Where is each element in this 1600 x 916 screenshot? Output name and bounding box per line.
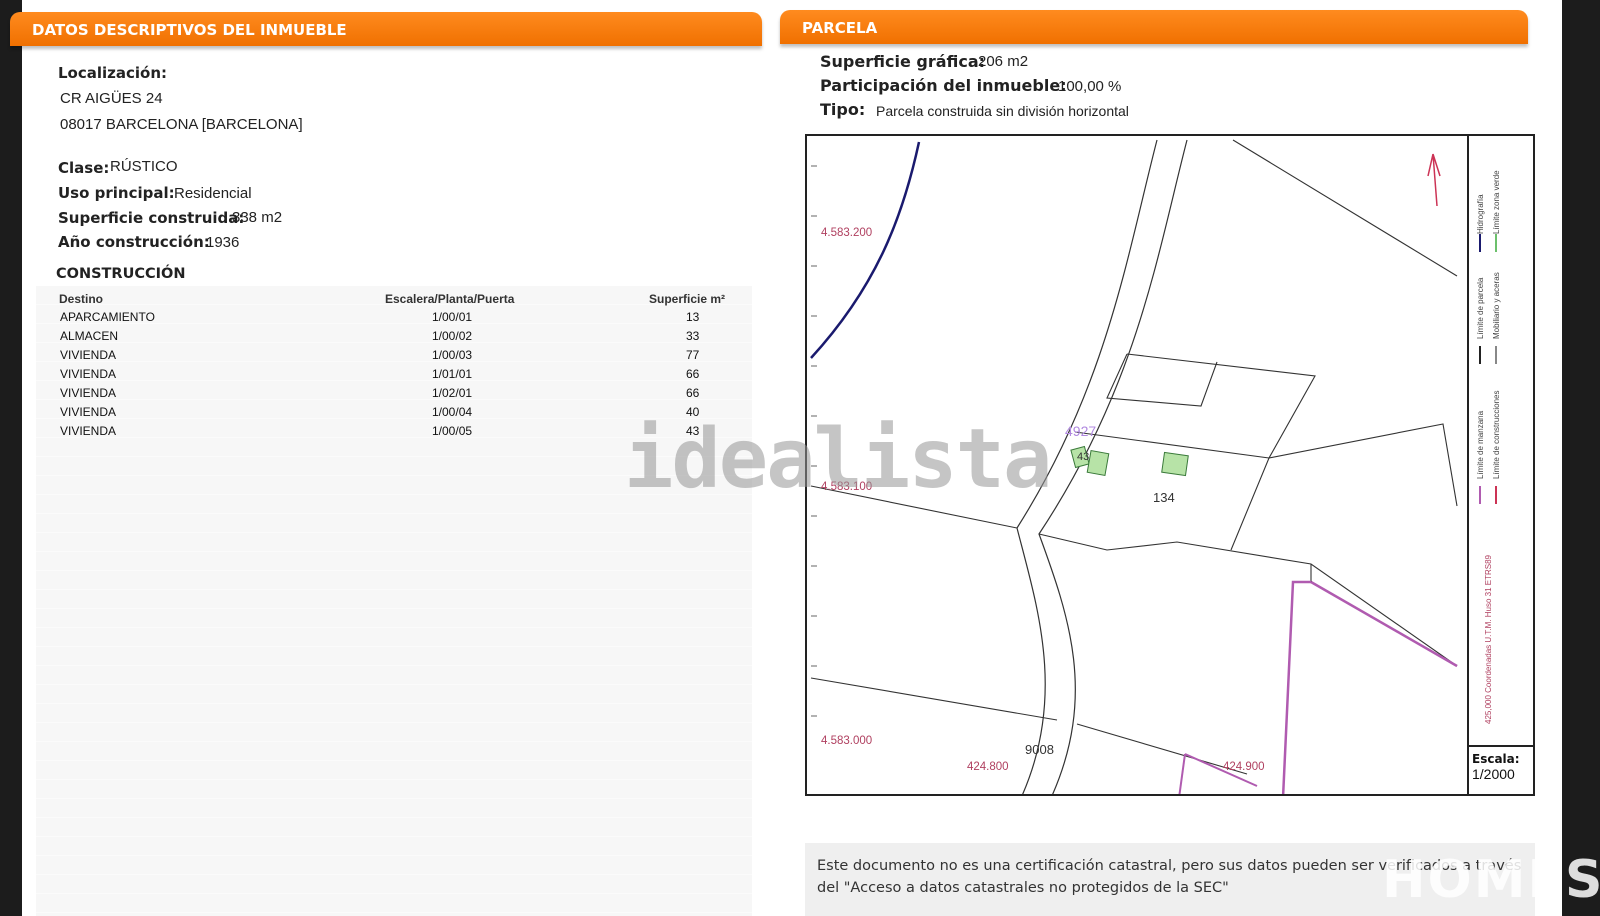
- row-superficie: 77: [686, 348, 700, 362]
- participacion-label: Participación del inmueble:: [820, 76, 1067, 95]
- construccion-table-background: [36, 286, 752, 916]
- row-destino: VIVIENDA: [60, 424, 117, 438]
- parcel-label-4927: 4927: [1065, 423, 1096, 439]
- row-superficie: 66: [686, 367, 700, 381]
- superficie-grafica-label: Superficie gráfica:: [820, 52, 986, 71]
- column-header-destino: Destino: [59, 292, 104, 306]
- legend-drawing: Hidrografía Límite zona verde Límite de …: [1469, 170, 1535, 747]
- uso-principal-label: Uso principal:: [58, 184, 175, 202]
- homes-watermark: HOMES: [1382, 850, 1600, 910]
- row-escalera: 1/00/03: [432, 348, 473, 362]
- row-destino: VIVIENDA: [60, 405, 117, 419]
- x-label-424800: 424.800: [967, 761, 1009, 773]
- row-escalera: 1/00/05: [432, 424, 473, 438]
- address-line-2: 08017 BARCELONA [BARCELONA]: [60, 116, 303, 133]
- row-escalera: 1/01/01: [432, 367, 473, 381]
- superficie-construida-value: 338 m2: [232, 209, 283, 226]
- y-label-4583000: 4.583.000: [821, 735, 872, 747]
- localizacion-label: Localización:: [58, 64, 168, 82]
- parcel-label-9008: 9008: [1025, 742, 1054, 757]
- superficie-construida-label: Superficie construida:: [58, 209, 245, 227]
- superficie-grafica-value: 206 m2: [978, 53, 1029, 70]
- datos-descriptivos-header: DATOS DESCRIPTIVOS DEL INMUEBLE: [10, 12, 762, 46]
- row-destino: VIVIENDA: [60, 367, 117, 381]
- svg-text:Límite de parcela: Límite de parcela: [1476, 277, 1485, 339]
- x-label-424900: 424.900: [1223, 761, 1265, 773]
- row-escalera: 1/00/04: [432, 405, 473, 419]
- anio-construccion-label: Año construcción:: [58, 233, 210, 251]
- row-destino: VIVIENDA: [60, 348, 117, 362]
- scale-value: 1/2000: [1472, 766, 1515, 782]
- scale-label: Escala:: [1472, 752, 1520, 766]
- clase-value: RÚSTICO: [110, 158, 178, 175]
- svg-text:Límite de manzana: Límite de manzana: [1476, 410, 1485, 479]
- hydrography-line: [810, 141, 921, 359]
- map-legend: Hidrografía Límite zona verde Límite de …: [1467, 134, 1535, 796]
- svg-text:Mobiliario y aceras: Mobiliario y aceras: [1492, 272, 1501, 339]
- row-destino: ALMACEN: [60, 329, 119, 343]
- row-escalera: 1/00/01: [432, 310, 473, 324]
- row-superficie: 33: [686, 329, 700, 343]
- uso-principal-value: Residencial: [174, 185, 252, 202]
- row-superficie: 13: [686, 310, 700, 324]
- svg-text:Límite de construcciones: Límite de construcciones: [1492, 391, 1501, 480]
- svg-text:425,000 Coordenadas U.T.M. Hus: 425,000 Coordenadas U.T.M. Huso 31 ETRS8…: [1484, 554, 1493, 724]
- anio-construccion-value: 1936: [206, 234, 240, 251]
- row-destino: APARCAMIENTO: [60, 310, 155, 324]
- parcela-header: PARCELA: [780, 10, 1528, 44]
- address-line-1: CR AIGÜES 24: [60, 90, 163, 107]
- building-label-43: 43: [1077, 451, 1089, 463]
- tipo-label: Tipo:: [820, 100, 866, 119]
- clase-label: Clase:: [58, 159, 110, 177]
- column-header-superficie: Superficie m²: [649, 292, 726, 306]
- y-label-4583200: 4.583.200: [821, 227, 872, 239]
- row-destino: VIVIENDA: [60, 386, 117, 400]
- idealista-watermark: idealista: [624, 412, 1052, 507]
- tipo-value: Parcela construida sin división horizont…: [876, 103, 1129, 119]
- row-escalera: 1/02/01: [432, 386, 473, 400]
- north-arrow-icon: [1427, 153, 1441, 207]
- construccion-title: CONSTRUCCIÓN: [56, 266, 186, 282]
- row-superficie: 66: [686, 386, 700, 400]
- parcel-label-134: 134: [1153, 490, 1175, 505]
- row-escalera: 1/00/02: [432, 329, 473, 343]
- column-header-escalera: Escalera/Planta/Puerta: [385, 292, 515, 306]
- participacion-value: 100,00 %: [1058, 78, 1122, 95]
- svg-text:Hidrografía: Hidrografía: [1476, 194, 1485, 234]
- svg-text:Límite zona verde: Límite zona verde: [1492, 170, 1501, 234]
